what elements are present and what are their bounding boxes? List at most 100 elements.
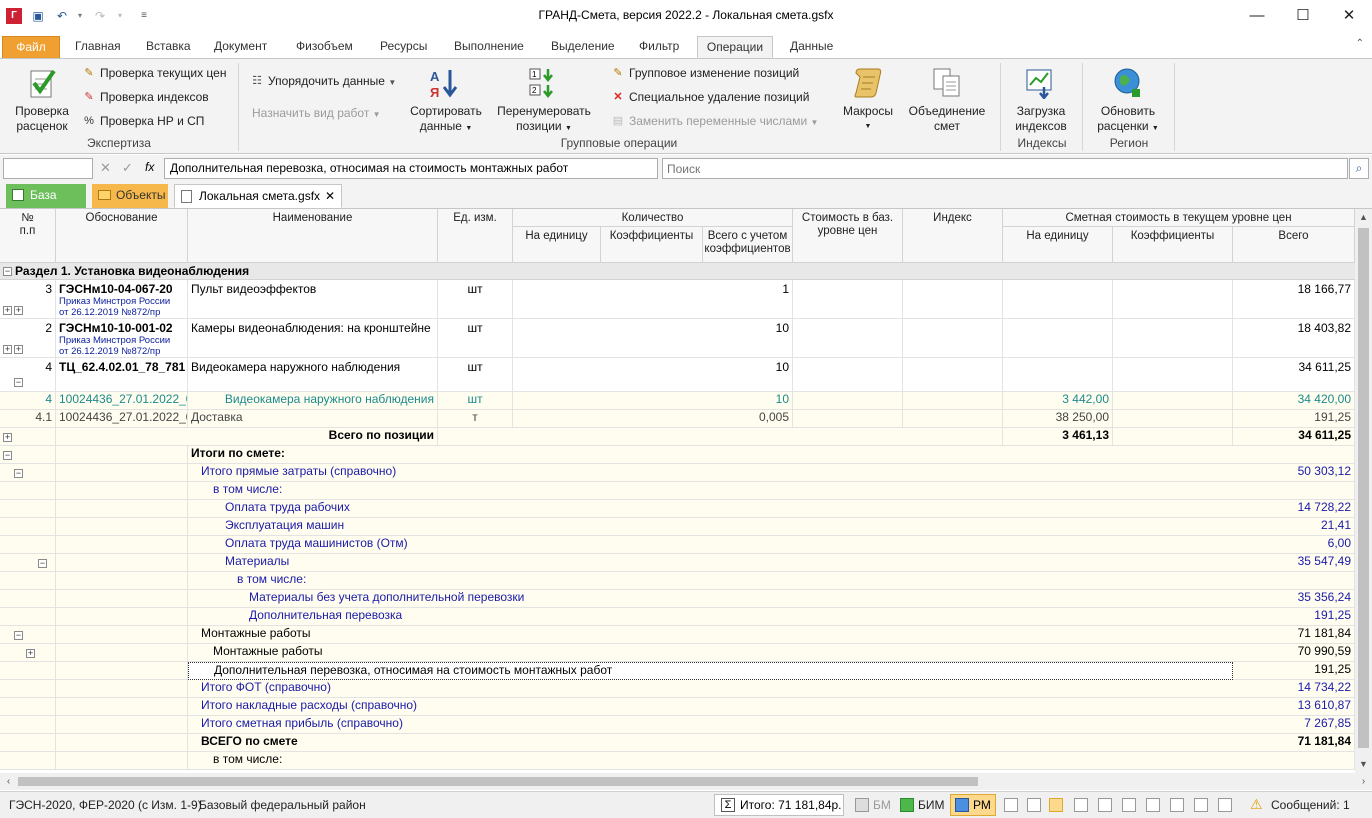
summary-row[interactable]: ВСЕГО по смете 71 181,84	[0, 734, 1355, 752]
scroll-left-icon[interactable]: ‹	[0, 773, 17, 790]
summary-row[interactable]: Итого накладные расходы (справочно) 13 6…	[0, 698, 1355, 716]
header-cur-unit[interactable]: На единицу	[1003, 227, 1113, 263]
macros-button[interactable]: Макросы ▼	[836, 104, 900, 134]
table-row[interactable]: 2 + + ГЭСНм10-10-001-02 Приказ Минстроя …	[0, 319, 1355, 358]
collapse-icon[interactable]: −	[3, 267, 12, 276]
check-nr-sp-button[interactable]: Проверка НР и СП	[100, 114, 204, 128]
check-prices-button[interactable]: Проверка расценок	[8, 104, 76, 134]
horizontal-scroll-thumb[interactable]	[18, 777, 978, 786]
status-region[interactable]: Базовый федеральный район	[199, 798, 366, 812]
summary-row[interactable]: Эксплуатация машин 21,41	[0, 518, 1355, 536]
header-index[interactable]: Индекс	[903, 209, 1003, 263]
tab-insert[interactable]: Вставка	[138, 36, 199, 58]
header-cur-total[interactable]: Всего	[1233, 227, 1355, 263]
formula-content-input[interactable]: Дополнительная перевозка, относимая на с…	[164, 158, 658, 179]
view-icon-9[interactable]	[1194, 798, 1208, 812]
expand-icon[interactable]: +	[3, 433, 12, 442]
horizontal-scrollbar[interactable]: ‹ ›	[0, 773, 1372, 790]
load-indexes-button[interactable]: Загрузка индексов	[1006, 104, 1076, 134]
bm-toggle[interactable]: БМ	[873, 798, 891, 812]
tab-document[interactable]: Документ	[206, 36, 275, 58]
summary-row[interactable]: Оплата труда рабочих 14 728,22	[0, 500, 1355, 518]
view-icon-8[interactable]	[1170, 798, 1184, 812]
sort-button[interactable]: Сортировать данные ▼	[404, 104, 488, 136]
resource-row[interactable]: 4 10024436_27.01.2022_02 Видеокамера нар…	[0, 392, 1355, 410]
tab-objects[interactable]: Объекты	[92, 184, 168, 208]
tab-execution[interactable]: Выполнение	[446, 36, 532, 58]
header-current-cost[interactable]: Сметная стоимость в текущем уровне цен	[1003, 209, 1355, 227]
bim-toggle[interactable]: БИМ	[918, 798, 945, 812]
resource-row[interactable]: 4.1 10024436_27.01.2022_02 Доставка т 0,…	[0, 410, 1355, 428]
confirm-edit-icon[interactable]: ✓	[122, 160, 133, 176]
check-current-prices-button[interactable]: Проверка текущих цен	[100, 66, 226, 80]
summary-row-selected[interactable]: Дополнительная перевозка, относимая на с…	[0, 662, 1355, 680]
expand-icon[interactable]: +	[3, 345, 12, 354]
expand-icon[interactable]: +	[14, 345, 23, 354]
rm-toggle[interactable]: РМ	[950, 794, 996, 816]
special-delete-button[interactable]: Специальное удаление позиций	[629, 90, 809, 104]
renumber-button[interactable]: Перенумеровать позиции ▼	[494, 104, 594, 136]
summary-row[interactable]: в том числе:	[0, 752, 1355, 770]
view-icon-1[interactable]	[1004, 798, 1018, 812]
header-qty-total[interactable]: Всего с учетом коэффициентов	[703, 227, 793, 263]
expand-icon[interactable]: +	[3, 306, 12, 315]
search-input[interactable]	[662, 158, 1348, 179]
scroll-down-icon[interactable]: ▼	[1355, 756, 1372, 773]
header-unit[interactable]: Ед. изм.	[438, 209, 513, 263]
expand-icon[interactable]: +	[14, 306, 23, 315]
collapse-icon[interactable]: −	[14, 378, 23, 387]
view-icon-4[interactable]	[1074, 798, 1088, 812]
replace-vars-button[interactable]: Заменить переменные числами ▼	[629, 114, 818, 128]
position-total-row[interactable]: + Всего по позиции 3 461,13 34 611,25	[0, 428, 1355, 446]
header-cur-coef[interactable]: Коэффициенты	[1113, 227, 1233, 263]
sort-data-button[interactable]: Упорядочить данные ▼	[268, 74, 396, 88]
summary-row[interactable]: Дополнительная перевозка 191,25	[0, 608, 1355, 626]
maximize-button[interactable]: ☐	[1280, 0, 1326, 32]
vertical-scroll-thumb[interactable]	[1358, 228, 1369, 748]
cell-reference-input[interactable]	[3, 158, 93, 179]
tab-operations[interactable]: Операции	[697, 36, 773, 58]
scroll-up-icon[interactable]: ▲	[1355, 209, 1372, 226]
expand-icon[interactable]: +	[26, 649, 35, 658]
function-icon[interactable]: fx	[145, 160, 154, 174]
status-total-button[interactable]: Σ Итого: 71 181,84р.	[714, 794, 844, 816]
search-icon[interactable]: ⌕	[1349, 158, 1369, 179]
header-name[interactable]: Наименование	[188, 209, 438, 263]
collapse-icon[interactable]: −	[14, 469, 23, 478]
tab-filter[interactable]: Фильтр	[631, 36, 687, 58]
tab-base[interactable]: База	[6, 184, 86, 208]
header-basis[interactable]: Обоснование	[56, 209, 188, 263]
summary-title-row[interactable]: − Итоги по смете:	[0, 446, 1355, 464]
summary-row[interactable]: Итого сметная прибыль (справочно) 7 267,…	[0, 716, 1355, 734]
collapse-icon[interactable]: −	[38, 559, 47, 568]
summary-row[interactable]: Итого ФОТ (справочно) 14 734,22	[0, 680, 1355, 698]
close-tab-icon[interactable]: ✕	[325, 185, 335, 207]
summary-row[interactable]: − Итого прямые затраты (справочно) 50 30…	[0, 464, 1355, 482]
merge-estimates-button[interactable]: Объединение смет	[904, 104, 990, 134]
assign-work-type-button[interactable]: Назначить вид работ ▼	[252, 106, 381, 120]
table-row[interactable]: 4 − ТЦ_62.4.02.01_78_781 Видеокамера нар…	[0, 358, 1355, 392]
group-change-button[interactable]: Групповое изменение позиций	[629, 66, 799, 80]
header-qty-coef[interactable]: Коэффициенты	[601, 227, 703, 263]
status-norms[interactable]: ГЭСН-2020, ФЕР-2020 (с Изм. 1-9)	[9, 798, 202, 812]
section-row[interactable]: − Раздел 1. Установка видеонаблюдения	[0, 263, 1355, 280]
view-icon-6[interactable]	[1122, 798, 1136, 812]
summary-row[interactable]: − Материалы 35 547,49	[0, 554, 1355, 572]
collapse-icon[interactable]: −	[3, 451, 12, 460]
summary-row[interactable]: − Монтажные работы 71 181,84	[0, 626, 1355, 644]
header-num[interactable]: № п.п	[0, 209, 56, 263]
update-prices-button[interactable]: Обновить расценки ▼	[1088, 104, 1168, 136]
tab-resources[interactable]: Ресурсы	[372, 36, 435, 58]
collapse-icon[interactable]: −	[14, 631, 23, 640]
view-icon-3[interactable]	[1049, 798, 1063, 812]
minimize-button[interactable]: —	[1234, 0, 1280, 32]
tab-file[interactable]: Файл	[2, 36, 60, 58]
tab-local-estimate[interactable]: Локальная смета.gsfx ✕	[174, 184, 342, 208]
summary-row[interactable]: Оплата труда машинистов (Отм) 6,00	[0, 536, 1355, 554]
summary-row[interactable]: + Монтажные работы 70 990,59	[0, 644, 1355, 662]
view-icon-5[interactable]	[1098, 798, 1112, 812]
tab-home[interactable]: Главная	[67, 36, 129, 58]
view-icon-7[interactable]	[1146, 798, 1160, 812]
close-button[interactable]: ✕	[1326, 0, 1372, 32]
summary-row[interactable]: в том числе:	[0, 572, 1355, 590]
